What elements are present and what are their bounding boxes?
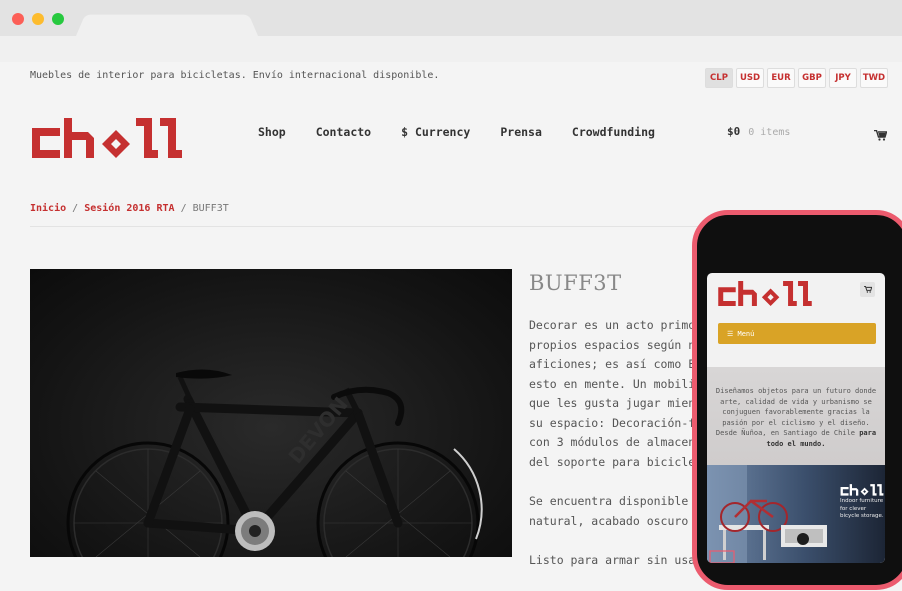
mobile-hero: Diseñamos objetos para un futuro donde a… <box>707 367 885 465</box>
nav-contacto[interactable]: Contacto <box>316 125 371 139</box>
browser-toolbar <box>0 36 902 63</box>
main-nav: Shop Contacto $ Currency Prensa Crowdfun… <box>258 125 655 139</box>
mobile-banner-image[interactable]: Indoor furniture for clever bicycle stor… <box>707 465 885 563</box>
product-image[interactable]: DEVON <box>30 269 512 557</box>
currency-button-gbp[interactable]: GBP <box>798 68 826 88</box>
currency-button-jpy[interactable]: JPY <box>829 68 857 88</box>
mobile-menu-button[interactable]: ☰ Menú <box>718 323 876 344</box>
currency-switcher: CLP USD EUR GBP JPY TWD <box>705 68 888 88</box>
site-tagline: Muebles de interior para bicicletas. Env… <box>30 70 440 81</box>
mobile-logo[interactable] <box>717 281 813 315</box>
breadcrumb-separator: / <box>180 203 187 214</box>
mobile-hero-text: Diseñamos objetos para un futuro donde a… <box>715 387 877 448</box>
nav-crowdfunding[interactable]: Crowdfunding <box>572 125 655 139</box>
product-description: Decorar es un acto primo propios espacio… <box>529 318 696 567</box>
breadcrumb-home[interactable]: Inicio <box>30 203 66 214</box>
browser-chrome <box>0 0 902 63</box>
currency-button-clp[interactable]: CLP <box>705 68 733 88</box>
cart-summary[interactable]: $0 0 items <box>727 125 790 138</box>
minimize-window-button[interactable] <box>32 13 44 25</box>
breadcrumb: Inicio / Sesión 2016 RTA / BUFF3T <box>30 203 229 214</box>
close-window-button[interactable] <box>12 13 24 25</box>
mobile-cart-icon[interactable] <box>860 282 875 297</box>
maximize-window-button[interactable] <box>52 13 64 25</box>
nav-prensa[interactable]: Prensa <box>500 125 542 139</box>
breadcrumb-category[interactable]: Sesión 2016 RTA <box>84 203 174 214</box>
currency-button-usd[interactable]: USD <box>736 68 764 88</box>
nav-currency[interactable]: $ Currency <box>401 125 470 139</box>
currency-button-eur[interactable]: EUR <box>767 68 795 88</box>
phone-screen: ☰ Menú Diseñamos objetos para un futuro … <box>707 273 885 563</box>
breadcrumb-separator: / <box>72 203 79 214</box>
cart-item-count: 0 items <box>748 127 791 138</box>
cart-amount: $0 <box>727 125 741 138</box>
site-logo[interactable] <box>30 118 184 170</box>
currency-button-twd[interactable]: TWD <box>860 68 888 88</box>
shopping-cart-icon[interactable] <box>874 126 888 145</box>
nav-shop[interactable]: Shop <box>258 125 286 139</box>
browser-tab[interactable] <box>76 14 258 36</box>
banner-tagline: Indoor furniture for clever bicycle stor… <box>840 498 884 519</box>
breadcrumb-current: BUFF3T <box>192 203 229 214</box>
product-title: BUFF3T <box>529 271 622 295</box>
